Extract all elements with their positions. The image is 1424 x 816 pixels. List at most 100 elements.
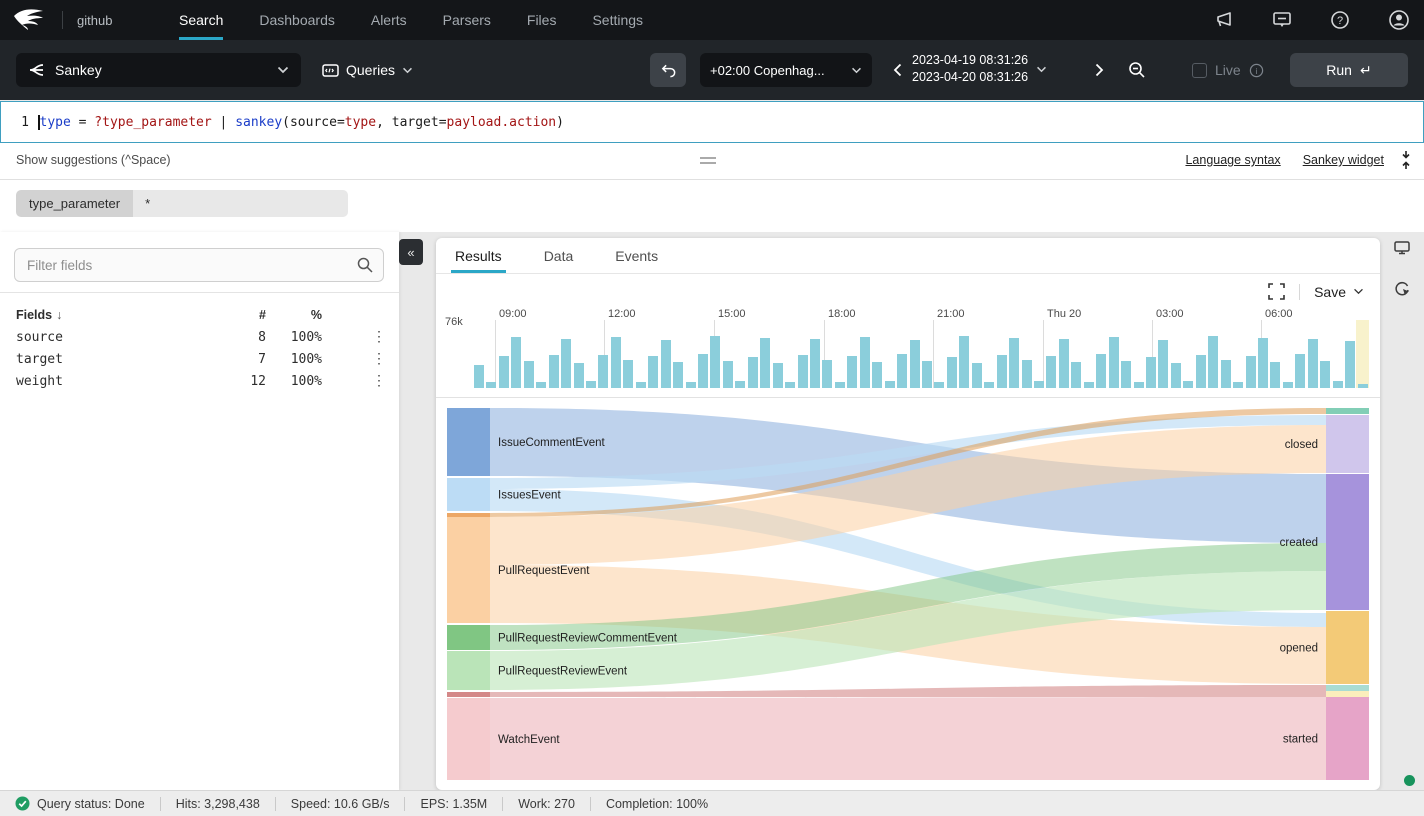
sankey-node xyxy=(447,478,490,511)
help-icon[interactable]: ? xyxy=(1330,10,1350,30)
repository-selector[interactable]: github xyxy=(77,13,137,28)
sankey-node xyxy=(1326,415,1369,473)
histogram-bar xyxy=(673,362,683,388)
announcements-icon[interactable] xyxy=(1214,11,1234,29)
show-suggestions-hint[interactable]: Show suggestions (^Space) xyxy=(16,153,171,167)
parameter-value-input[interactable]: * xyxy=(133,190,348,217)
sankey-node xyxy=(1326,697,1369,780)
tab-results[interactable]: Results xyxy=(455,238,502,273)
editor-resize-handle[interactable] xyxy=(700,157,716,164)
percent-column-header: % xyxy=(266,308,322,322)
interactive-session-icon[interactable] xyxy=(1393,280,1411,303)
run-query-button[interactable]: Run ↵ xyxy=(1290,53,1408,87)
feedback-icon[interactable] xyxy=(1272,11,1292,29)
zoom-out-time-button[interactable] xyxy=(1122,53,1152,87)
widget-selector-dropdown[interactable]: Sankey xyxy=(16,53,301,87)
sankey-node-label: PullRequestReviewEvent xyxy=(498,666,628,678)
nav-item-parsers[interactable]: Parsers xyxy=(443,0,491,40)
field-row-source[interactable]: source8100%⋮ xyxy=(16,326,386,348)
histogram-bar xyxy=(822,360,832,388)
nav-item-alerts[interactable]: Alerts xyxy=(371,0,407,40)
line-number: 1 xyxy=(7,115,29,130)
status-item: Hits: 3,298,438 xyxy=(161,797,275,811)
display-board-icon[interactable] xyxy=(1393,240,1411,262)
query-toolbar: Sankey Queries +02:00 Copenhag... 2023-0… xyxy=(0,40,1424,100)
histogram-bar xyxy=(474,365,484,388)
sankey-node-label: PullRequestEvent xyxy=(498,565,590,577)
fields-sort-header[interactable]: Fields↓ xyxy=(16,308,226,322)
filter-fields-input[interactable] xyxy=(27,258,357,273)
sankey-diagram[interactable]: IssueCommentEventIssuesEventPullRequestE… xyxy=(447,407,1371,781)
histogram-bar xyxy=(586,381,596,388)
histogram-bar xyxy=(598,355,608,388)
count-column-header: # xyxy=(226,308,266,322)
histogram-bar xyxy=(922,361,932,388)
field-row-target[interactable]: target7100%⋮ xyxy=(16,348,386,370)
undo-time-button[interactable] xyxy=(650,53,686,87)
histogram-bar xyxy=(1258,338,1268,388)
nav-item-settings[interactable]: Settings xyxy=(592,0,643,40)
nav-item-search[interactable]: Search xyxy=(179,0,223,40)
language-syntax-link[interactable]: Language syntax xyxy=(1185,153,1280,167)
histogram-bar xyxy=(698,354,708,388)
histogram-bar xyxy=(748,357,758,388)
nav-item-dashboards[interactable]: Dashboards xyxy=(259,0,335,40)
previous-time-window-button[interactable] xyxy=(884,53,910,87)
sankey-node xyxy=(447,651,490,690)
filter-fields-box xyxy=(14,248,384,282)
account-icon[interactable] xyxy=(1388,9,1410,31)
field-name: weight xyxy=(16,374,226,389)
histogram-bar xyxy=(1046,356,1056,388)
divider xyxy=(1299,284,1300,300)
chevron-left-icon xyxy=(893,63,902,77)
field-row-weight[interactable]: weight12100%⋮ xyxy=(16,370,386,392)
crowdstrike-falcon-logo-icon[interactable] xyxy=(12,6,52,34)
time-range-picker[interactable]: 2023-04-19 08:31:26 2023-04-20 08:31:26 xyxy=(912,52,1047,86)
histogram-bar xyxy=(1320,361,1330,388)
tab-data[interactable]: Data xyxy=(544,238,574,273)
histogram-bar xyxy=(785,382,795,388)
collapse-sidebar-button[interactable]: « xyxy=(399,239,423,265)
query-status-bar: Query status: DoneHits: 3,298,438Speed: … xyxy=(0,790,1424,816)
histogram-bar xyxy=(735,381,745,388)
x-tick-label: 12:00 xyxy=(608,308,636,320)
sankey-node xyxy=(447,698,490,780)
field-menu-icon[interactable]: ⋮ xyxy=(322,329,386,345)
field-menu-icon[interactable]: ⋮ xyxy=(322,351,386,367)
query-editor[interactable]: 1 type = ?type_parameter | sankey(source… xyxy=(0,101,1424,143)
histogram-bar xyxy=(1171,363,1181,388)
timezone-dropdown[interactable]: +02:00 Copenhag... xyxy=(700,53,872,87)
collapse-editor-icon[interactable] xyxy=(1398,150,1414,175)
queries-dropdown[interactable]: Queries xyxy=(322,53,413,87)
fields-table-header: Fields↓ # % xyxy=(16,304,386,326)
nav-item-files[interactable]: Files xyxy=(527,0,557,40)
histogram-bar xyxy=(872,362,882,388)
fullscreen-icon[interactable] xyxy=(1268,283,1285,300)
histogram-bar xyxy=(1084,382,1094,388)
field-menu-icon[interactable]: ⋮ xyxy=(322,373,386,389)
divider xyxy=(0,292,399,293)
x-tick-label: Thu 20 xyxy=(1047,308,1081,320)
status-item: EPS: 1.35M xyxy=(405,797,502,811)
query-text: type = ?type_parameter | sankey(source=t… xyxy=(40,115,564,130)
next-time-window-button[interactable] xyxy=(1086,53,1112,87)
histogram-bar xyxy=(760,338,770,388)
histogram-bar xyxy=(934,382,944,388)
histogram-bar xyxy=(810,339,820,388)
zoom-out-icon xyxy=(1128,61,1146,79)
save-dropdown-button[interactable]: Save xyxy=(1314,284,1364,300)
histogram-bar xyxy=(847,356,857,388)
chevron-right-icon xyxy=(1095,63,1104,77)
sankey-widget-link[interactable]: Sankey widget xyxy=(1303,153,1384,167)
histogram-bar xyxy=(1208,336,1218,388)
check-circle-icon xyxy=(15,796,30,811)
tab-events[interactable]: Events xyxy=(615,238,658,273)
histogram-bar xyxy=(885,381,895,388)
chevron-down-icon xyxy=(277,66,289,74)
histogram-bar xyxy=(835,382,845,388)
field-name: target xyxy=(16,352,226,367)
histogram-bar xyxy=(574,363,584,388)
histogram-bar xyxy=(997,355,1007,388)
event-histogram[interactable]: 76k 09:0012:0015:0018:0021:00Thu 2003:00… xyxy=(436,308,1380,398)
histogram-bar xyxy=(1134,382,1144,388)
